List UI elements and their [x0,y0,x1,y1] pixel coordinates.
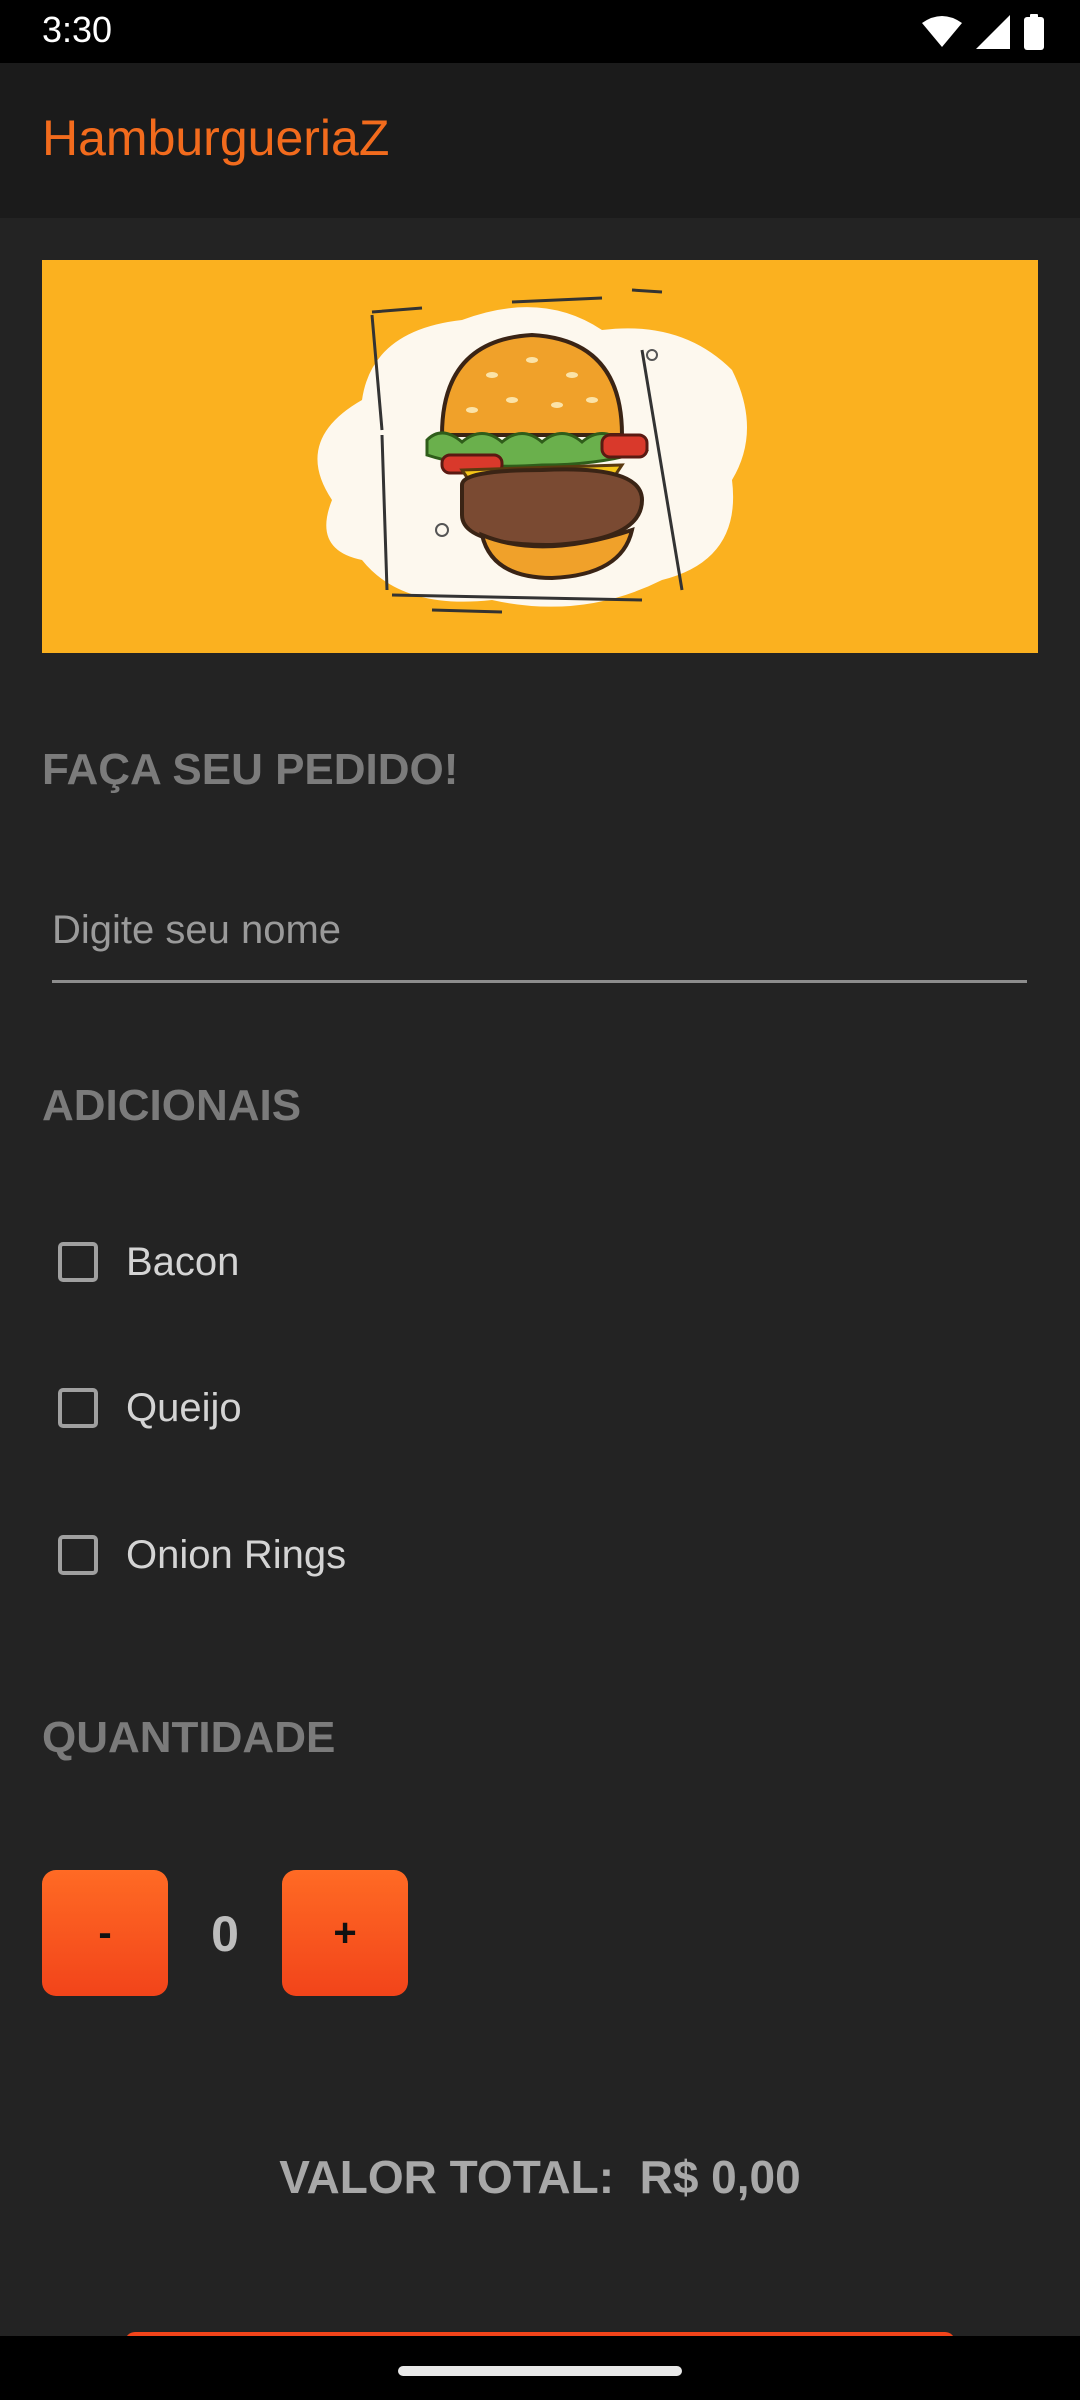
status-time: 3:30 [42,9,113,50]
checkbox-box[interactable] [58,1535,98,1575]
status-icons [922,12,1044,52]
status-bar: 3:30 [0,0,1080,63]
total-label: VALOR TOTAL: [279,2151,615,2203]
wifi-icon [922,16,962,47]
checkbox-label-queijo: Queijo [126,1385,242,1430]
checkbox-box[interactable] [58,1388,98,1428]
checkbox-box[interactable] [58,1242,98,1282]
extras-heading: ADICIONAIS [42,1081,302,1130]
checkbox-queijo[interactable]: Queijo [58,1378,242,1438]
checkbox-onion-rings[interactable]: Onion Rings [58,1525,346,1585]
order-heading: FAÇA SEU PEDIDO! [42,745,459,794]
navigation-bar [0,2336,1080,2400]
checkbox-label-bacon: Bacon [126,1239,240,1284]
total-value: R$ 0,00 [639,2151,801,2203]
app-bar: HamburgueriaZ [0,63,1080,218]
checkbox-label-onion-rings: Onion Rings [126,1532,347,1577]
quantity-value: 0 [211,1906,239,1962]
app-title: HamburgueriaZ [42,110,390,166]
total-row: VALOR TOTAL: R$ 0,00 [0,2150,1080,2204]
burger-illustration [317,288,747,614]
home-gesture-handle[interactable] [398,2366,682,2376]
battery-icon [1024,14,1044,50]
burger-banner [42,260,1038,653]
name-input[interactable] [52,890,1027,983]
signal-icon [976,15,1010,49]
quantity-heading: QUANTIDADE [42,1713,336,1762]
checkbox-bacon[interactable]: Bacon [58,1232,239,1292]
increment-button[interactable]: + [282,1870,408,1996]
decrement-button[interactable]: - [42,1870,168,1996]
